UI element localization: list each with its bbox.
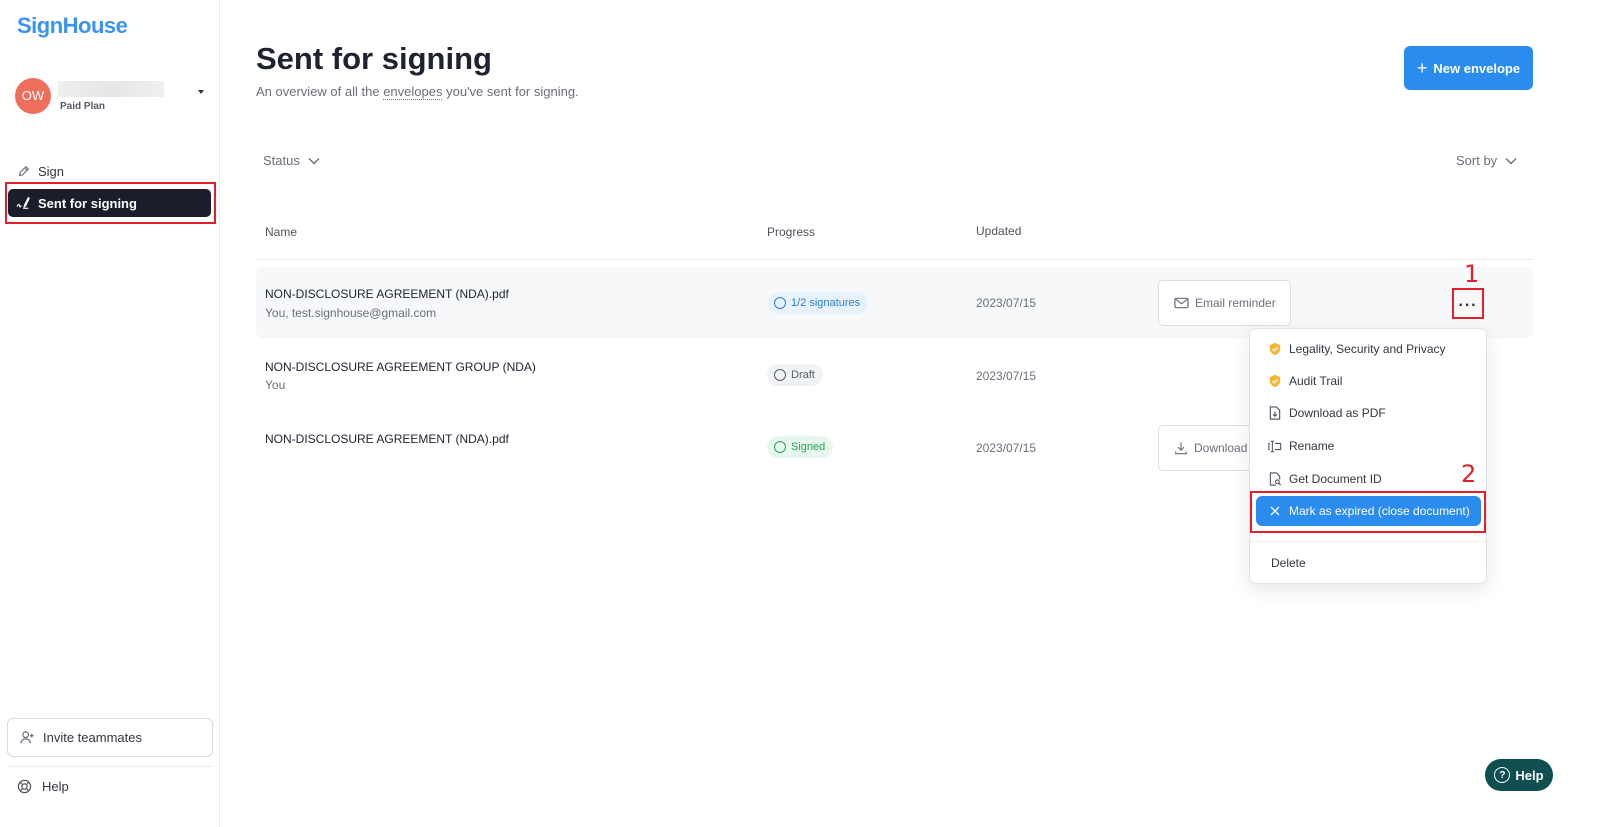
annotation-highlight-menu-item bbox=[1250, 491, 1486, 533]
status-badge-label: Draft bbox=[791, 369, 815, 381]
status-badge-label: Signed bbox=[791, 441, 826, 453]
file-download-icon bbox=[1268, 406, 1282, 420]
mail-icon bbox=[1174, 297, 1189, 309]
status-filter[interactable]: Status bbox=[263, 153, 320, 168]
chevron-down-icon bbox=[308, 157, 320, 165]
account-plan: Paid Plan bbox=[60, 101, 106, 112]
rename-icon bbox=[1268, 439, 1282, 453]
status-badge: Signed bbox=[767, 436, 834, 458]
more-options-menu: Legality, Security and Privacy Audit Tra… bbox=[1249, 328, 1487, 584]
status-badge: Draft bbox=[767, 364, 823, 386]
status-filter-label: Status bbox=[263, 153, 300, 168]
document-name[interactable]: NON-DISCLOSURE AGREEMENT GROUP (NDA) bbox=[265, 360, 536, 374]
sidebar-divider bbox=[7, 766, 213, 767]
document-name[interactable]: NON-DISCLOSURE AGREEMENT (NDA).pdf bbox=[265, 432, 509, 446]
progress-circle-icon bbox=[774, 297, 786, 309]
menu-item-label: Audit Trail bbox=[1289, 374, 1343, 388]
document-name[interactable]: NON-DISCLOSURE AGREEMENT (NDA).pdf bbox=[265, 287, 509, 301]
question-icon: ? bbox=[1494, 767, 1511, 783]
lifebuoy-icon bbox=[17, 779, 32, 794]
sidebar-item-label: Sign bbox=[38, 163, 65, 179]
invite-label: Invite teammates bbox=[43, 730, 142, 745]
status-badge-label: 1/2 signatures bbox=[791, 297, 861, 309]
menu-item-legality[interactable]: Legality, Security and Privacy bbox=[1256, 334, 1481, 364]
pen-icon bbox=[16, 164, 30, 178]
progress-circle-icon bbox=[774, 441, 786, 453]
menu-divider bbox=[1250, 541, 1486, 542]
menu-item-get-document-id[interactable]: Get Document ID bbox=[1256, 464, 1481, 494]
invite-teammates-button[interactable]: Invite teammates bbox=[7, 718, 213, 757]
new-envelope-label: New envelope bbox=[1433, 60, 1521, 76]
new-envelope-button[interactable]: + New envelope bbox=[1404, 46, 1533, 90]
account-switcher[interactable]: OW Paid Plan bbox=[15, 78, 215, 114]
table-divider bbox=[256, 259, 1533, 260]
download-label: Download bbox=[1194, 441, 1248, 455]
menu-item-label: Legality, Security and Privacy bbox=[1289, 342, 1446, 356]
avatar: OW bbox=[15, 78, 51, 114]
annotation-step-2: 2 bbox=[1461, 460, 1477, 488]
sort-by-label: Sort by bbox=[1456, 153, 1498, 168]
menu-item-rename[interactable]: Rename bbox=[1256, 431, 1481, 461]
menu-item-label: Rename bbox=[1289, 439, 1335, 453]
page-subtitle: An overview of all the envelopes you've … bbox=[256, 84, 579, 100]
menu-item-audit-trail[interactable]: Audit Trail bbox=[1256, 366, 1481, 396]
subtitle-text: you've sent for signing. bbox=[446, 84, 579, 99]
annotation-highlight-nav bbox=[5, 182, 216, 224]
annotation-highlight-more bbox=[1452, 288, 1484, 319]
app-logo[interactable]: SignHouse bbox=[17, 13, 128, 39]
status-badge: 1/2 signatures bbox=[767, 292, 869, 314]
menu-item-label: Download as PDF bbox=[1289, 406, 1386, 420]
help-link[interactable]: Help bbox=[17, 779, 69, 794]
plus-icon: + bbox=[1416, 58, 1428, 78]
email-reminder-label: Email reminder bbox=[1195, 296, 1276, 310]
column-header-name: Name bbox=[265, 225, 298, 239]
column-header-updated: Updated bbox=[976, 224, 1022, 238]
chevron-down-icon bbox=[1505, 157, 1517, 165]
app-root: SignHouse OW Paid Plan Sign Sent for sig… bbox=[0, 0, 1600, 827]
updated-date: 2023/07/15 bbox=[976, 369, 1037, 383]
user-plus-icon bbox=[20, 730, 35, 745]
account-name-redacted bbox=[58, 81, 164, 97]
updated-date: 2023/07/15 bbox=[976, 441, 1037, 455]
help-widget-button[interactable]: ? Help bbox=[1485, 759, 1553, 791]
annotation-step-1: 1 bbox=[1464, 260, 1480, 288]
menu-item-delete[interactable]: Delete bbox=[1256, 548, 1481, 578]
email-reminder-button[interactable]: Email reminder bbox=[1158, 280, 1291, 326]
updated-date: 2023/07/15 bbox=[976, 296, 1037, 310]
subtitle-text: An overview of all the bbox=[256, 84, 380, 99]
help-widget-label: Help bbox=[1515, 767, 1544, 783]
page-title: Sent for signing bbox=[256, 41, 492, 76]
sidebar: SignHouse OW Paid Plan Sign Sent for sig… bbox=[0, 0, 220, 827]
menu-item-label: Get Document ID bbox=[1289, 472, 1382, 486]
menu-item-download-pdf[interactable]: Download as PDF bbox=[1256, 398, 1481, 428]
document-recipients: You bbox=[265, 378, 286, 392]
shield-check-icon bbox=[1268, 342, 1282, 356]
sidebar-item-sign[interactable]: Sign bbox=[8, 157, 211, 185]
column-header-progress: Progress bbox=[767, 225, 816, 239]
shield-check-icon bbox=[1268, 374, 1282, 388]
download-button[interactable]: Download bbox=[1158, 425, 1258, 471]
caret-down-icon[interactable] bbox=[198, 90, 204, 94]
file-search-icon bbox=[1268, 472, 1282, 486]
help-label: Help bbox=[42, 779, 69, 794]
progress-circle-icon bbox=[774, 369, 786, 381]
sort-by-dropdown[interactable]: Sort by bbox=[1456, 153, 1517, 168]
download-icon bbox=[1174, 441, 1188, 455]
document-recipients: You, test.signhouse@gmail.com bbox=[265, 306, 437, 320]
menu-item-label: Delete bbox=[1271, 556, 1306, 570]
envelopes-tooltip-link[interactable]: envelopes bbox=[383, 84, 443, 100]
